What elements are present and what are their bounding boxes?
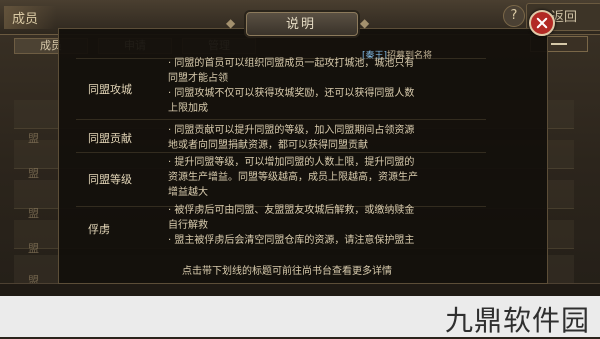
dialog-footer-hint: 点击带下划线的标题可前往尚书台查看更多详情	[182, 266, 392, 277]
list-item-label: 盟	[28, 242, 39, 255]
row-title[interactable]: 同盟攻城	[88, 81, 132, 97]
row-line: 资源生产增益。同盟等级越高，成员上限越高，资源生产	[168, 172, 418, 183]
info-row: 俘虏 · 被俘虏后可由同盟、友盟盟友攻城后解救，或缴纳赎金 自行解救 · 盟主被…	[76, 203, 486, 259]
info-row: 同盟贡献 · 同盟贡献可以提升同盟的等级，加入同盟期间占领资源 地或者向同盟捐献…	[76, 119, 486, 152]
row-line: · 被俘虏后可由同盟、友盟盟友攻城后解救，或缴纳赎金	[168, 205, 415, 216]
row-title[interactable]: 同盟贡献	[88, 130, 132, 146]
row-line: · 同盟的首员可以组织同盟成员一起攻打城池，城池只有	[168, 58, 415, 69]
ornament-right-icon: ◆	[360, 16, 370, 30]
close-icon[interactable]	[529, 10, 555, 36]
page-title: 成员	[4, 6, 57, 29]
list-item-label: 盟	[28, 207, 39, 220]
row-line: · 提升同盟等级，可以增加同盟的人数上限，提升同盟的	[168, 157, 415, 168]
row-line: 增益越大	[168, 187, 208, 198]
row-line: 上限加成	[168, 103, 208, 114]
info-row: 同盟攻城 · 同盟的首员可以组织同盟成员一起攻打城池，城池只有 同盟才能占领 ·…	[76, 58, 486, 117]
watermark: 九鼎软件园	[444, 304, 590, 337]
row-body: · 提升同盟等级，可以增加同盟的人数上限，提升同盟的 资源生产增益。同盟等级越高…	[168, 155, 484, 200]
help-icon[interactable]: ?	[503, 5, 525, 27]
row-line: · 同盟贡献可以提升同盟的等级，加入同盟期间占领资源	[168, 125, 415, 136]
list-item-label: 盟	[28, 132, 39, 145]
row-body: · 同盟贡献可以提升同盟的等级，加入同盟期间占领资源 地或者向同盟捐献资源，都可…	[168, 123, 484, 153]
dialog-title: 说明	[285, 17, 316, 32]
watermark-band: 九鼎软件园	[0, 296, 600, 337]
row-line: · 同盟攻城不仅可以获得攻城奖励，还可以获得同盟人数	[168, 88, 415, 99]
row-line: 自行解救	[168, 220, 208, 231]
row-line: 地或者向同盟捐献资源，都可以获得同盟贡献	[168, 140, 368, 151]
game-screen: 成员 ? 返回 成员 申请 管理 盟 盟 盟 盟 盟 ◆ ◆ 说明 [秦王]招募…	[0, 0, 600, 296]
row-body: · 被俘虏后可由同盟、友盟盟友攻城后解救，或缴纳赎金 自行解救 · 盟主被俘虏后…	[168, 203, 484, 248]
row-line: 同盟才能占领	[168, 73, 228, 84]
row-title[interactable]: 俘虏	[88, 221, 110, 237]
row-body: · 同盟的首员可以组织同盟成员一起攻打城池，城池只有 同盟才能占领 · 同盟攻城…	[168, 56, 484, 116]
ornament-left-icon: ◆	[226, 16, 236, 30]
list-item-label: 盟	[28, 167, 39, 180]
row-line: · 盟主被俘虏后会清空同盟仓库的资源，请注意保护盟主	[168, 235, 415, 246]
info-row: 同盟等级 · 提升同盟等级，可以增加同盟的人数上限，提升同盟的 资源生产增益。同…	[76, 152, 486, 205]
row-title[interactable]: 同盟等级	[88, 171, 132, 187]
bottom-bar	[0, 283, 600, 296]
